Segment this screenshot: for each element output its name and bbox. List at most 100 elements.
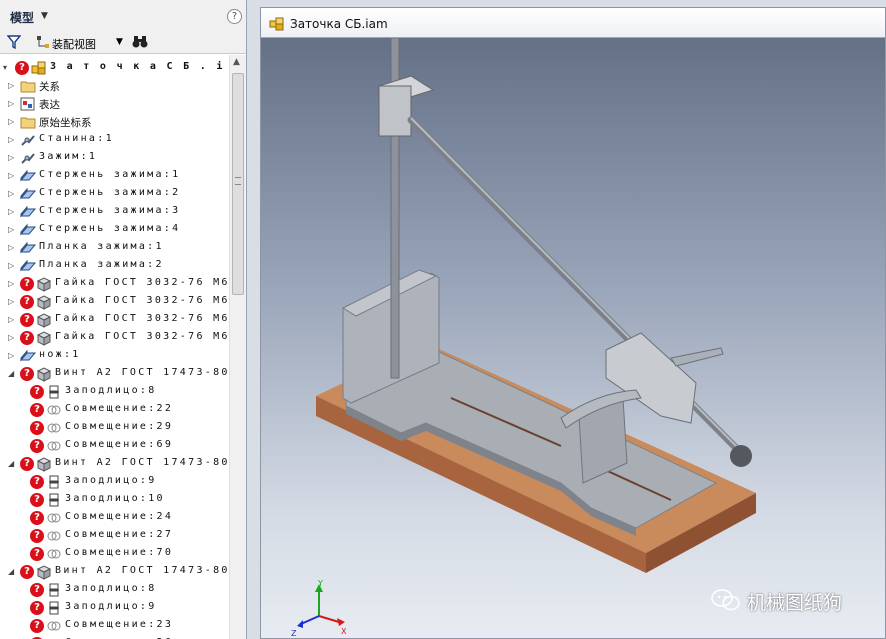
assembly-view-icon[interactable] <box>36 35 50 49</box>
expand-arrow-icon[interactable]: ▷ <box>8 207 17 217</box>
tree-item[interactable]: ▷ 表达 <box>0 95 229 113</box>
tree-item[interactable]: ▷ Стержень зажима:1 <box>0 167 229 185</box>
watermark: 机械图纸狗 <box>711 586 881 614</box>
tree-item[interactable]: ▷? Гайка ГОСТ 3032-76 М6 <box>0 329 229 347</box>
expand-arrow-icon[interactable]: ▷ <box>8 333 17 343</box>
tree-item-label: Гайка ГОСТ 3032-76 М6 <box>55 295 229 306</box>
tree-item[interactable]: ▷ Планка зажима:2 <box>0 257 229 275</box>
tree-item[interactable]: ? Совмещение:29 <box>0 419 229 437</box>
tree-item[interactable]: ? Совмещение:69 <box>0 437 229 455</box>
expand-arrow-icon[interactable]: ▷ <box>8 171 17 181</box>
tree-item-label: Зажим:1 <box>39 151 98 162</box>
tree-item-label: Совмещение:29 <box>65 421 174 432</box>
tree-item[interactable]: ▷ Стержень зажима:3 <box>0 203 229 221</box>
component-cube-icon <box>36 312 52 328</box>
tree-item[interactable]: ? Заподлицо:9 <box>0 599 229 617</box>
tree-item[interactable]: ▷? Гайка ГОСТ 3032-76 М6 <box>0 311 229 329</box>
assembly-view-label[interactable]: 装配视图 <box>52 36 96 52</box>
flush-constraint-icon <box>46 582 62 598</box>
tree-item[interactable]: ? Совмещение:27 <box>0 527 229 545</box>
tree-item[interactable]: ? Совмещение:70 <box>0 545 229 563</box>
scroll-up-icon[interactable]: ▲ <box>233 57 240 67</box>
representation-icon <box>20 96 36 112</box>
tree-item[interactable]: ? Совмещение:24 <box>0 509 229 527</box>
tree-item[interactable]: ▾? З а т о ч к а С Б . i a m <box>0 59 229 77</box>
tree-item[interactable]: ?Совмещение:26 <box>0 635 229 639</box>
unresolved-question-icon: ? <box>20 313 34 327</box>
tree-item-label: Стержень зажима:4 <box>39 223 181 234</box>
assembly-document-icon <box>269 17 284 31</box>
mate-constraint-icon <box>46 510 62 526</box>
chevron-down-icon[interactable]: ▼ <box>116 37 123 47</box>
tree-item[interactable]: ▷ Станина:1 <box>0 131 229 149</box>
rod-end-ball <box>730 445 752 467</box>
tree-item-label: 表达 <box>39 99 60 111</box>
tree-item-label: Планка зажима:1 <box>39 241 164 252</box>
expanded-arrow-icon[interactable]: ◢ <box>8 567 17 577</box>
tree-item-label: Совмещение:27 <box>65 529 174 540</box>
mate-constraint-icon <box>46 438 62 454</box>
scroll-grip <box>235 177 241 185</box>
expand-arrow-icon[interactable]: ▷ <box>8 351 17 361</box>
tree-item[interactable]: ▷ Зажим:1 <box>0 149 229 167</box>
tree-item[interactable]: ▷ Стержень зажима:4 <box>0 221 229 239</box>
expand-arrow-icon[interactable]: ▷ <box>8 117 17 127</box>
weldment-icon <box>20 132 36 148</box>
mate-constraint-icon <box>46 546 62 562</box>
expand-arrow-icon[interactable]: ▷ <box>8 297 17 307</box>
tree-item[interactable]: ▷ Планка зажима:1 <box>0 239 229 257</box>
tree-item-label: Станина:1 <box>39 133 114 144</box>
component-cube-icon <box>36 276 52 292</box>
expand-arrow-icon[interactable]: ▷ <box>8 189 17 199</box>
component-cube-icon <box>36 564 52 580</box>
expanded-arrow-icon[interactable]: ◢ <box>8 369 17 379</box>
tree-item[interactable]: ▷? Гайка ГОСТ 3032-76 М6 <box>0 275 229 293</box>
expand-arrow-icon[interactable]: ▷ <box>8 99 17 109</box>
graphics-window[interactable]: Заточка СБ.iam Y X Z 机械图纸狗 <box>260 7 886 639</box>
tree-item[interactable]: ? Заподлицо:8 <box>0 383 229 401</box>
tree-item[interactable]: ? Заподлицо:9 <box>0 473 229 491</box>
tree-item[interactable]: ◢? Винт А2 ГОСТ 17473-80 <box>0 455 229 473</box>
chevron-down-icon[interactable]: ▼ <box>41 11 48 21</box>
tree-item-label: нож:1 <box>39 349 81 360</box>
expand-arrow-icon[interactable]: ▷ <box>8 153 17 163</box>
document-tab[interactable]: Заточка СБ.iam <box>261 8 885 38</box>
binoculars-icon[interactable] <box>132 35 148 49</box>
expand-arrow-icon[interactable]: ▷ <box>8 261 17 271</box>
unresolved-question-icon: ? <box>20 277 34 291</box>
unresolved-question-icon: ? <box>30 475 44 489</box>
tree-item[interactable]: ? Заподлицо:8 <box>0 581 229 599</box>
tree-item[interactable]: ▷? Гайка ГОСТ 3032-76 М6 <box>0 293 229 311</box>
view-axis-triad[interactable]: Y X Z <box>289 578 349 638</box>
filter-icon[interactable] <box>7 35 21 49</box>
tree-scrollbar[interactable]: ▲ <box>229 55 246 639</box>
part-icon <box>19 186 37 202</box>
tree-item-label: 关系 <box>39 81 60 93</box>
tree-item[interactable]: ▷ 原始坐标系 <box>0 113 229 131</box>
scroll-thumb[interactable] <box>232 73 244 295</box>
tree-item[interactable]: ▷ Стержень зажима:2 <box>0 185 229 203</box>
expand-arrow-icon[interactable]: ▷ <box>8 225 17 235</box>
3d-model-view[interactable] <box>261 38 886 639</box>
folder-icon <box>20 114 36 130</box>
tree-item[interactable]: ▷ 关系 <box>0 77 229 95</box>
tree-item[interactable]: ◢? Винт А2 ГОСТ 17473-80 <box>0 563 229 581</box>
expand-arrow-icon[interactable]: ▷ <box>8 243 17 253</box>
expand-arrow-icon[interactable]: ▷ <box>8 279 17 289</box>
tree-item[interactable]: ? Совмещение:23 <box>0 617 229 635</box>
tree-item[interactable]: ◢? Винт А2 ГОСТ 17473-80 <box>0 365 229 383</box>
panel-title[interactable]: 模型 <box>10 9 34 26</box>
help-icon[interactable]: ? <box>227 9 242 24</box>
tree-item[interactable]: ? Совмещение:22 <box>0 401 229 419</box>
expand-arrow-icon[interactable]: ▷ <box>8 135 17 145</box>
expanded-arrow-icon[interactable]: ◢ <box>8 459 17 469</box>
tree-item-label: Совмещение:24 <box>65 511 174 522</box>
expanded-arrow-icon[interactable]: ▾ <box>3 63 12 73</box>
axis-y-label: Y <box>317 579 323 588</box>
tree-item[interactable]: ▷ нож:1 <box>0 347 229 365</box>
tree-item-label: Винт А2 ГОСТ 17473-80 <box>55 565 229 576</box>
expand-arrow-icon[interactable]: ▷ <box>8 315 17 325</box>
expand-arrow-icon[interactable]: ▷ <box>8 81 17 91</box>
tree-item[interactable]: ? Заподлицо:10 <box>0 491 229 509</box>
axis-z-label: Z <box>291 629 297 638</box>
